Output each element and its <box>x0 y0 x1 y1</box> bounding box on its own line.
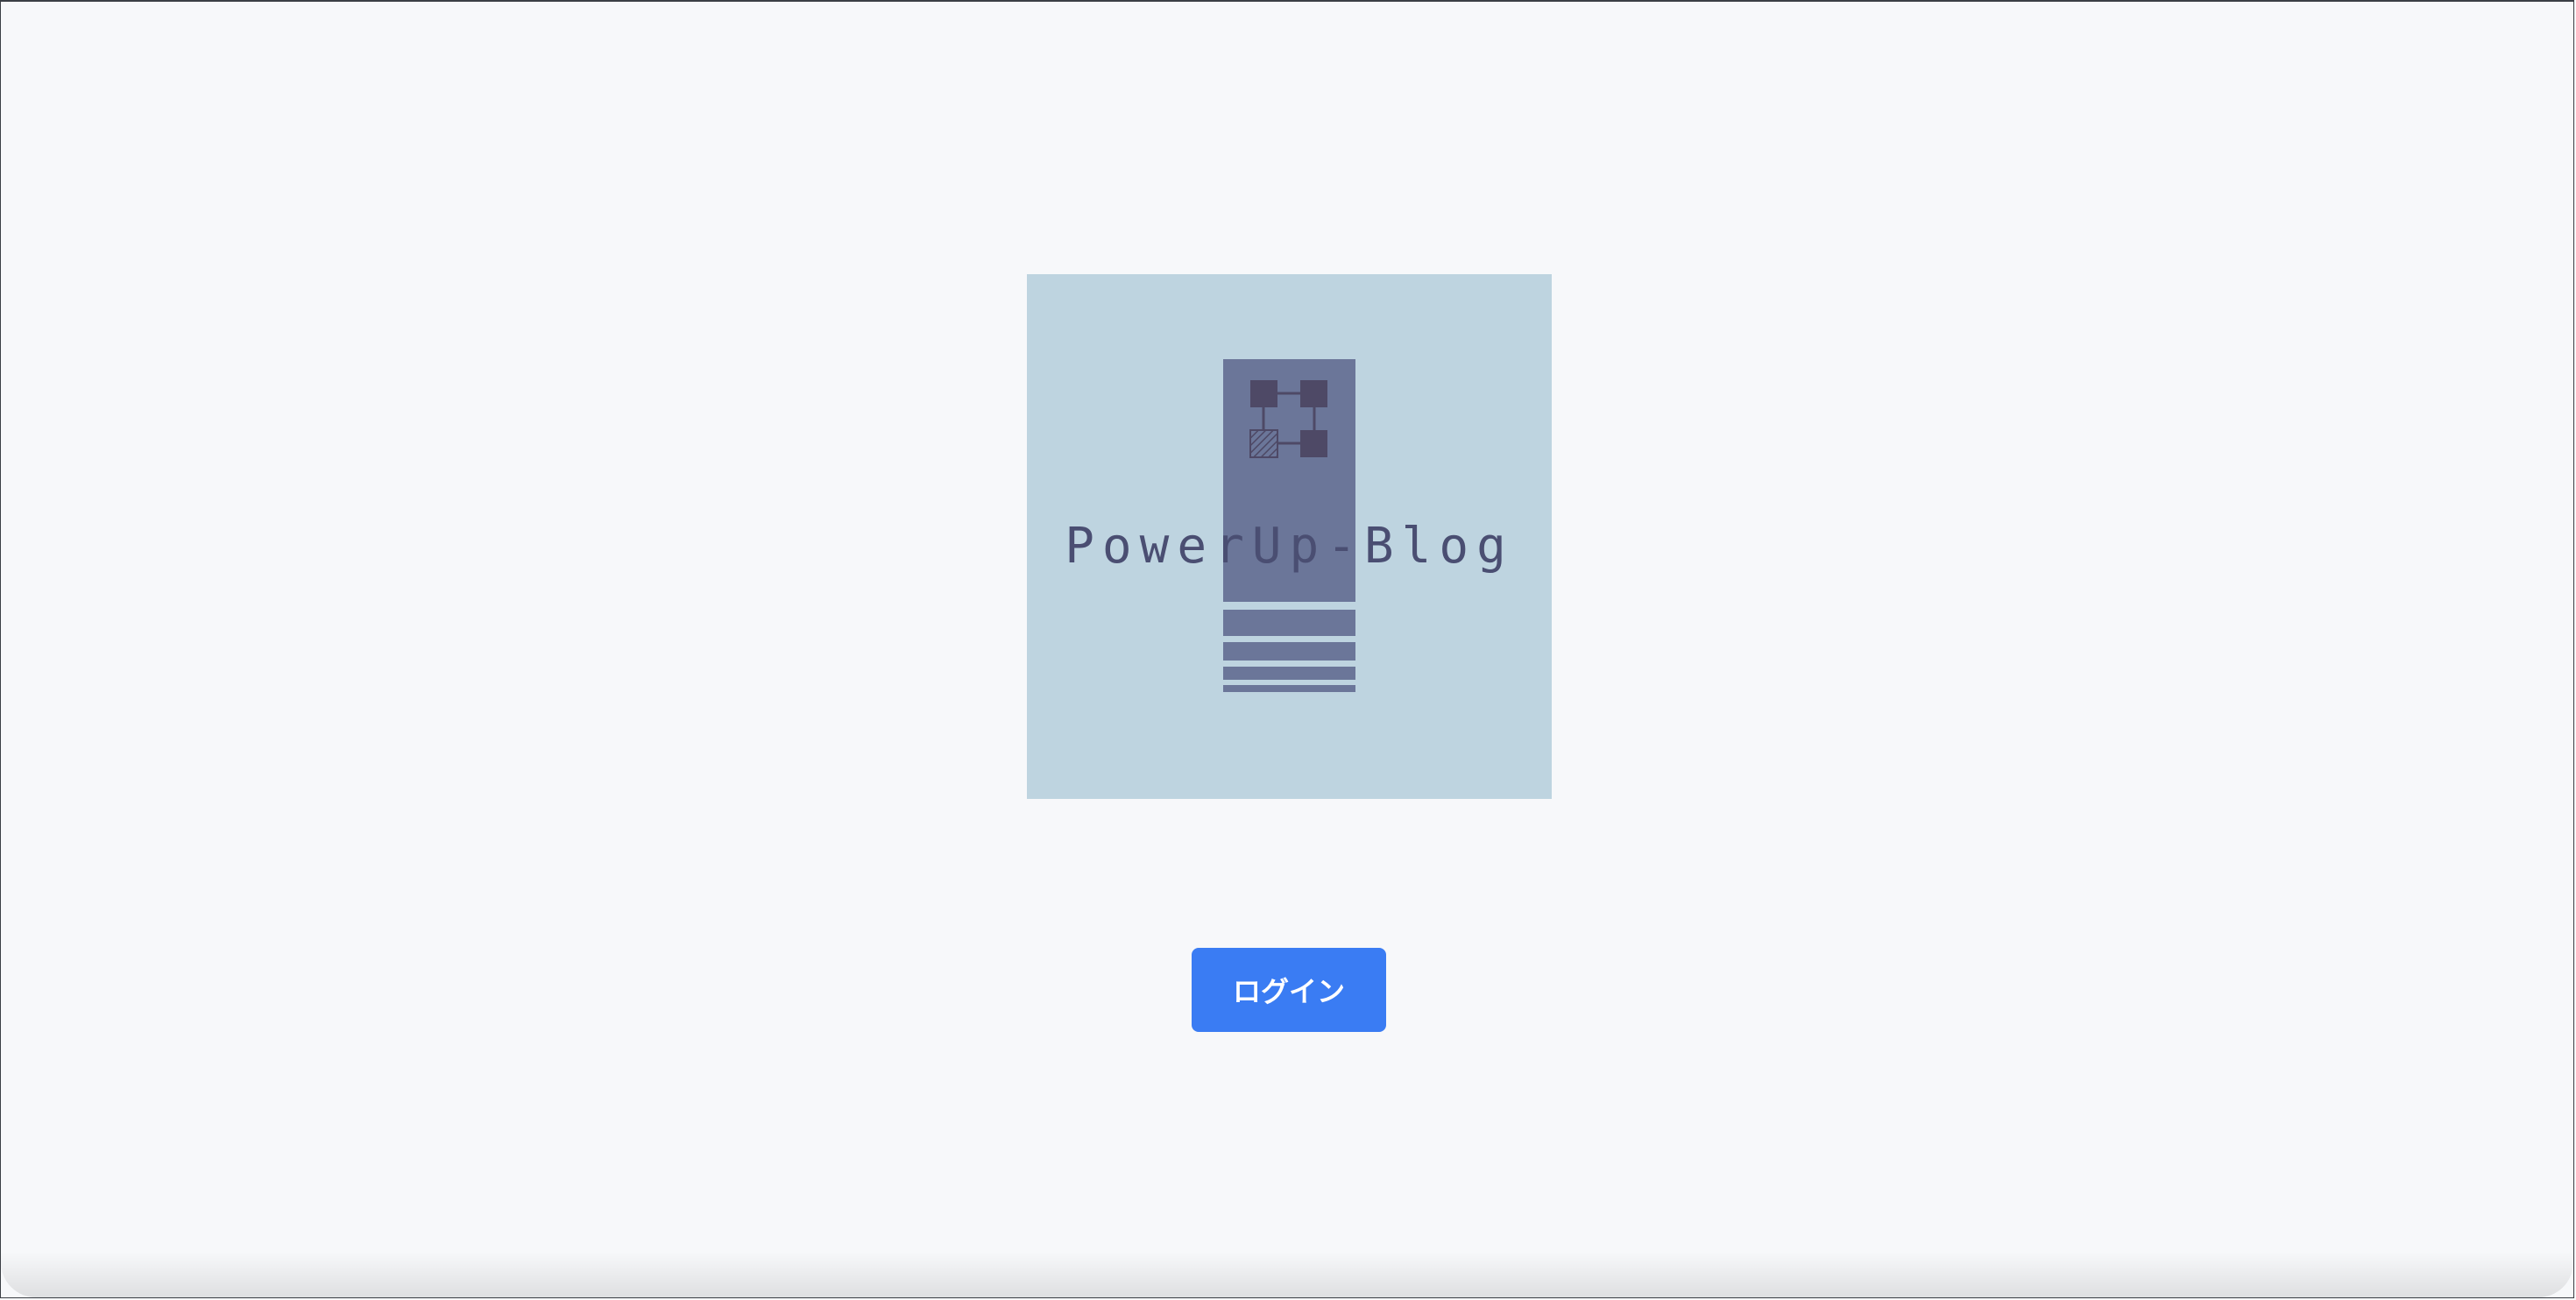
app-window: PowerUp-Blog ログイン <box>0 0 2574 1298</box>
window-bottom-shadow <box>1 1252 2573 1297</box>
book-page-stripe <box>1223 610 1355 636</box>
book-page-stripe <box>1223 685 1355 692</box>
logo-title: PowerUp-Blog <box>1065 518 1514 575</box>
book-page-stripe <box>1223 667 1355 680</box>
circuit-node <box>1250 380 1277 407</box>
circuit-node-hatched <box>1249 429 1278 458</box>
book-page-stripe <box>1223 642 1355 661</box>
circuit-node <box>1300 380 1327 407</box>
login-button[interactable]: ログイン <box>1192 948 1386 1032</box>
powerup-blog-logo: PowerUp-Blog <box>1027 274 1552 799</box>
circuit-node <box>1300 430 1327 457</box>
